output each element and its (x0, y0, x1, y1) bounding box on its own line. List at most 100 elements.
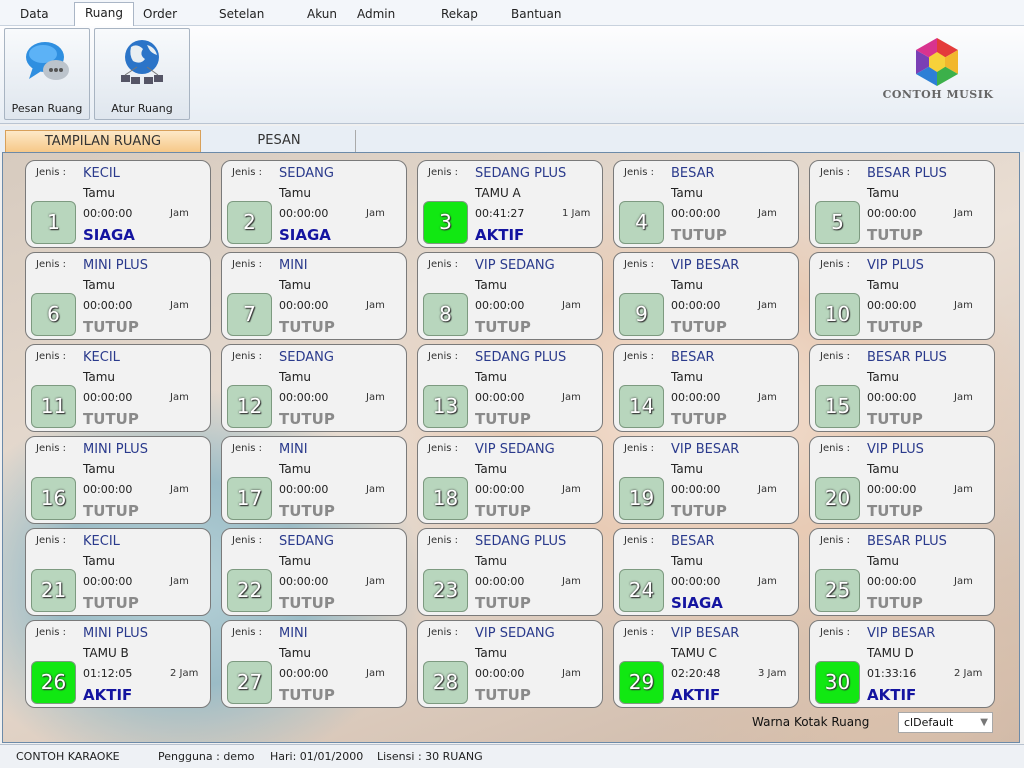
room-number-badge[interactable]: 12 (227, 385, 272, 428)
room-number-badge[interactable]: 21 (31, 569, 76, 612)
room-number-badge[interactable]: 9 (619, 293, 664, 336)
room-box-11[interactable]: Jenis : KECIL Tamu 00:00:00 Jam TUTUP 11 (25, 344, 211, 432)
room-type-label: Jenis : (428, 167, 458, 178)
room-manage-button[interactable]: Atur Ruang (94, 28, 190, 120)
room-box-24[interactable]: Jenis : BESAR Tamu 00:00:00 Jam SIAGA 24 (613, 528, 799, 616)
room-number-badge[interactable]: 6 (31, 293, 76, 336)
room-duration: Jam (366, 208, 385, 219)
room-number-badge[interactable]: 25 (815, 569, 860, 612)
room-box-26[interactable]: Jenis : MINI PLUS TAMU B 01:12:05 2 Jam AKTIF… (25, 620, 211, 708)
menu-backoffice[interactable]: Admin (347, 4, 405, 26)
room-guest-name: Tamu (671, 186, 703, 200)
room-box-8[interactable]: Jenis : VIP SEDANG Tamu 00:00:00 Jam TUTUP 8 (417, 252, 603, 340)
room-status: TUTUP (867, 318, 923, 336)
room-number-badge[interactable]: 18 (423, 477, 468, 520)
room-box-2[interactable]: Jenis : SEDANG Tamu 00:00:00 Jam SIAGA 2 (221, 160, 407, 248)
room-box-4[interactable]: Jenis : BESAR Tamu 00:00:00 Jam TUTUP 4 (613, 160, 799, 248)
room-duration: Jam (954, 392, 973, 403)
menu-master[interactable]: Data (10, 4, 59, 26)
room-box-22[interactable]: Jenis : SEDANG Tamu 00:00:00 Jam TUTUP 22 (221, 528, 407, 616)
room-box-25[interactable]: Jenis : BESAR PLUS Tamu 00:00:00 Jam TUTUP 25 (809, 528, 995, 616)
room-box-9[interactable]: Jenis : VIP BESAR Tamu 00:00:00 Jam TUTUP 9 (613, 252, 799, 340)
room-type: KECIL (83, 350, 120, 365)
room-box-17[interactable]: Jenis : MINI Tamu 00:00:00 Jam TUTUP 17 (221, 436, 407, 524)
menu-petunjuk[interactable]: Bantuan (501, 4, 571, 26)
menu-transaksi[interactable]: Order (133, 4, 187, 26)
brand-logo-text: CONTOH MUSIK (882, 88, 994, 101)
room-box-21[interactable]: Jenis : KECIL Tamu 00:00:00 Jam TUTUP 21 (25, 528, 211, 616)
room-box-12[interactable]: Jenis : SEDANG Tamu 00:00:00 Jam TUTUP 12 (221, 344, 407, 432)
room-status: AKTIF (671, 686, 721, 704)
room-box-7[interactable]: Jenis : MINI Tamu 00:00:00 Jam TUTUP 7 (221, 252, 407, 340)
room-number-badge[interactable]: 5 (815, 201, 860, 244)
room-status: AKTIF (867, 686, 917, 704)
tab-room-display[interactable]: TAMPILAN RUANG (5, 130, 201, 152)
room-number-badge[interactable]: 20 (815, 477, 860, 520)
room-box-18[interactable]: Jenis : VIP SEDANG Tamu 00:00:00 Jam TUTUP 18 (417, 436, 603, 524)
room-number-badge[interactable]: 23 (423, 569, 468, 612)
menu-pengaturan[interactable]: Setelan (209, 4, 274, 26)
room-box-1[interactable]: Jenis : KECIL Tamu 00:00:00 Jam SIAGA 1 (25, 160, 211, 248)
room-status: SIAGA (671, 594, 723, 612)
room-box-27[interactable]: Jenis : MINI Tamu 00:00:00 Jam TUTUP 27 (221, 620, 407, 708)
room-duration: Jam (954, 576, 973, 587)
room-number-badge[interactable]: 10 (815, 293, 860, 336)
room-timer: 00:00:00 (475, 667, 525, 680)
room-timer: 00:00:00 (671, 575, 721, 588)
room-number-badge[interactable]: 11 (31, 385, 76, 428)
room-status: TUTUP (475, 410, 531, 428)
room-box-23[interactable]: Jenis : SEDANG PLUS Tamu 00:00:00 Jam TUTUP 23 (417, 528, 603, 616)
room-number-badge[interactable]: 26 (31, 661, 76, 704)
room-status: TUTUP (671, 318, 727, 336)
room-number-badge[interactable]: 24 (619, 569, 664, 612)
room-box-19[interactable]: Jenis : VIP BESAR Tamu 00:00:00 Jam TUTUP 19 (613, 436, 799, 524)
room-number-badge[interactable]: 4 (619, 201, 664, 244)
room-box-20[interactable]: Jenis : VIP PLUS Tamu 00:00:00 Jam TUTUP 20 (809, 436, 995, 524)
room-status: TUTUP (279, 410, 335, 428)
menu-user[interactable]: Akun (297, 4, 347, 26)
room-number-badge[interactable]: 13 (423, 385, 468, 428)
room-number-badge[interactable]: 27 (227, 661, 272, 704)
room-guest-name: Tamu (83, 370, 115, 384)
room-number-badge[interactable]: 19 (619, 477, 664, 520)
room-box-29[interactable]: Jenis : VIP BESAR TAMU C 02:20:48 3 Jam AKTIF… (613, 620, 799, 708)
room-box-16[interactable]: Jenis : MINI PLUS Tamu 00:00:00 Jam TUTUP 16 (25, 436, 211, 524)
room-box-10[interactable]: Jenis : VIP PLUS Tamu 00:00:00 Jam TUTUP 10 (809, 252, 995, 340)
room-number-badge[interactable]: 1 (31, 201, 76, 244)
room-box-13[interactable]: Jenis : SEDANG PLUS Tamu 00:00:00 Jam TUTUP 13 (417, 344, 603, 432)
room-guest-name: Tamu (83, 554, 115, 568)
room-manage-label: Atur Ruang (111, 102, 173, 115)
room-box-3[interactable]: Jenis : SEDANG PLUS TAMU A 00:41:27 1 Jam AKT… (417, 160, 603, 248)
room-number-badge[interactable]: 16 (31, 477, 76, 520)
room-color-select[interactable]: clDefault ▼ (898, 712, 993, 733)
menu-room[interactable]: Ruang (74, 2, 134, 26)
room-type: VIP BESAR (671, 442, 740, 457)
room-duration: Jam (170, 576, 189, 587)
room-duration: Jam (758, 392, 777, 403)
room-number-badge[interactable]: 14 (619, 385, 664, 428)
status-app-name: CONTOH KARAOKE (16, 750, 120, 763)
room-status: AKTIF (475, 226, 525, 244)
room-box-30[interactable]: Jenis : VIP BESAR TAMU D 01:33:16 2 Jam AKTIF… (809, 620, 995, 708)
menu-laporan[interactable]: Rekap (431, 4, 488, 26)
room-number-badge[interactable]: 22 (227, 569, 272, 612)
room-number-badge[interactable]: 15 (815, 385, 860, 428)
room-box-15[interactable]: Jenis : BESAR PLUS Tamu 00:00:00 Jam TUTUP 15 (809, 344, 995, 432)
chatting-room-button[interactable]: Pesan Ruang (4, 28, 90, 120)
room-number-badge[interactable]: 7 (227, 293, 272, 336)
room-box-28[interactable]: Jenis : VIP SEDANG Tamu 00:00:00 Jam TUTUP 28 (417, 620, 603, 708)
room-number-badge[interactable]: 29 (619, 661, 664, 704)
room-box-5[interactable]: Jenis : BESAR PLUS Tamu 00:00:00 Jam TUTUP 5 (809, 160, 995, 248)
chevron-down-icon[interactable]: ▼ (980, 713, 988, 732)
room-number-badge[interactable]: 30 (815, 661, 860, 704)
room-box-6[interactable]: Jenis : MINI PLUS Tamu 00:00:00 Jam TUTUP 6 (25, 252, 211, 340)
room-number-badge[interactable]: 2 (227, 201, 272, 244)
tab-chat-room[interactable]: PESAN (203, 130, 356, 152)
room-duration: Jam (366, 392, 385, 403)
room-number-badge[interactable]: 3 (423, 201, 468, 244)
room-type: MINI PLUS (83, 442, 148, 457)
room-box-14[interactable]: Jenis : BESAR Tamu 00:00:00 Jam TUTUP 14 (613, 344, 799, 432)
room-number-badge[interactable]: 8 (423, 293, 468, 336)
room-number-badge[interactable]: 17 (227, 477, 272, 520)
room-number-badge[interactable]: 28 (423, 661, 468, 704)
